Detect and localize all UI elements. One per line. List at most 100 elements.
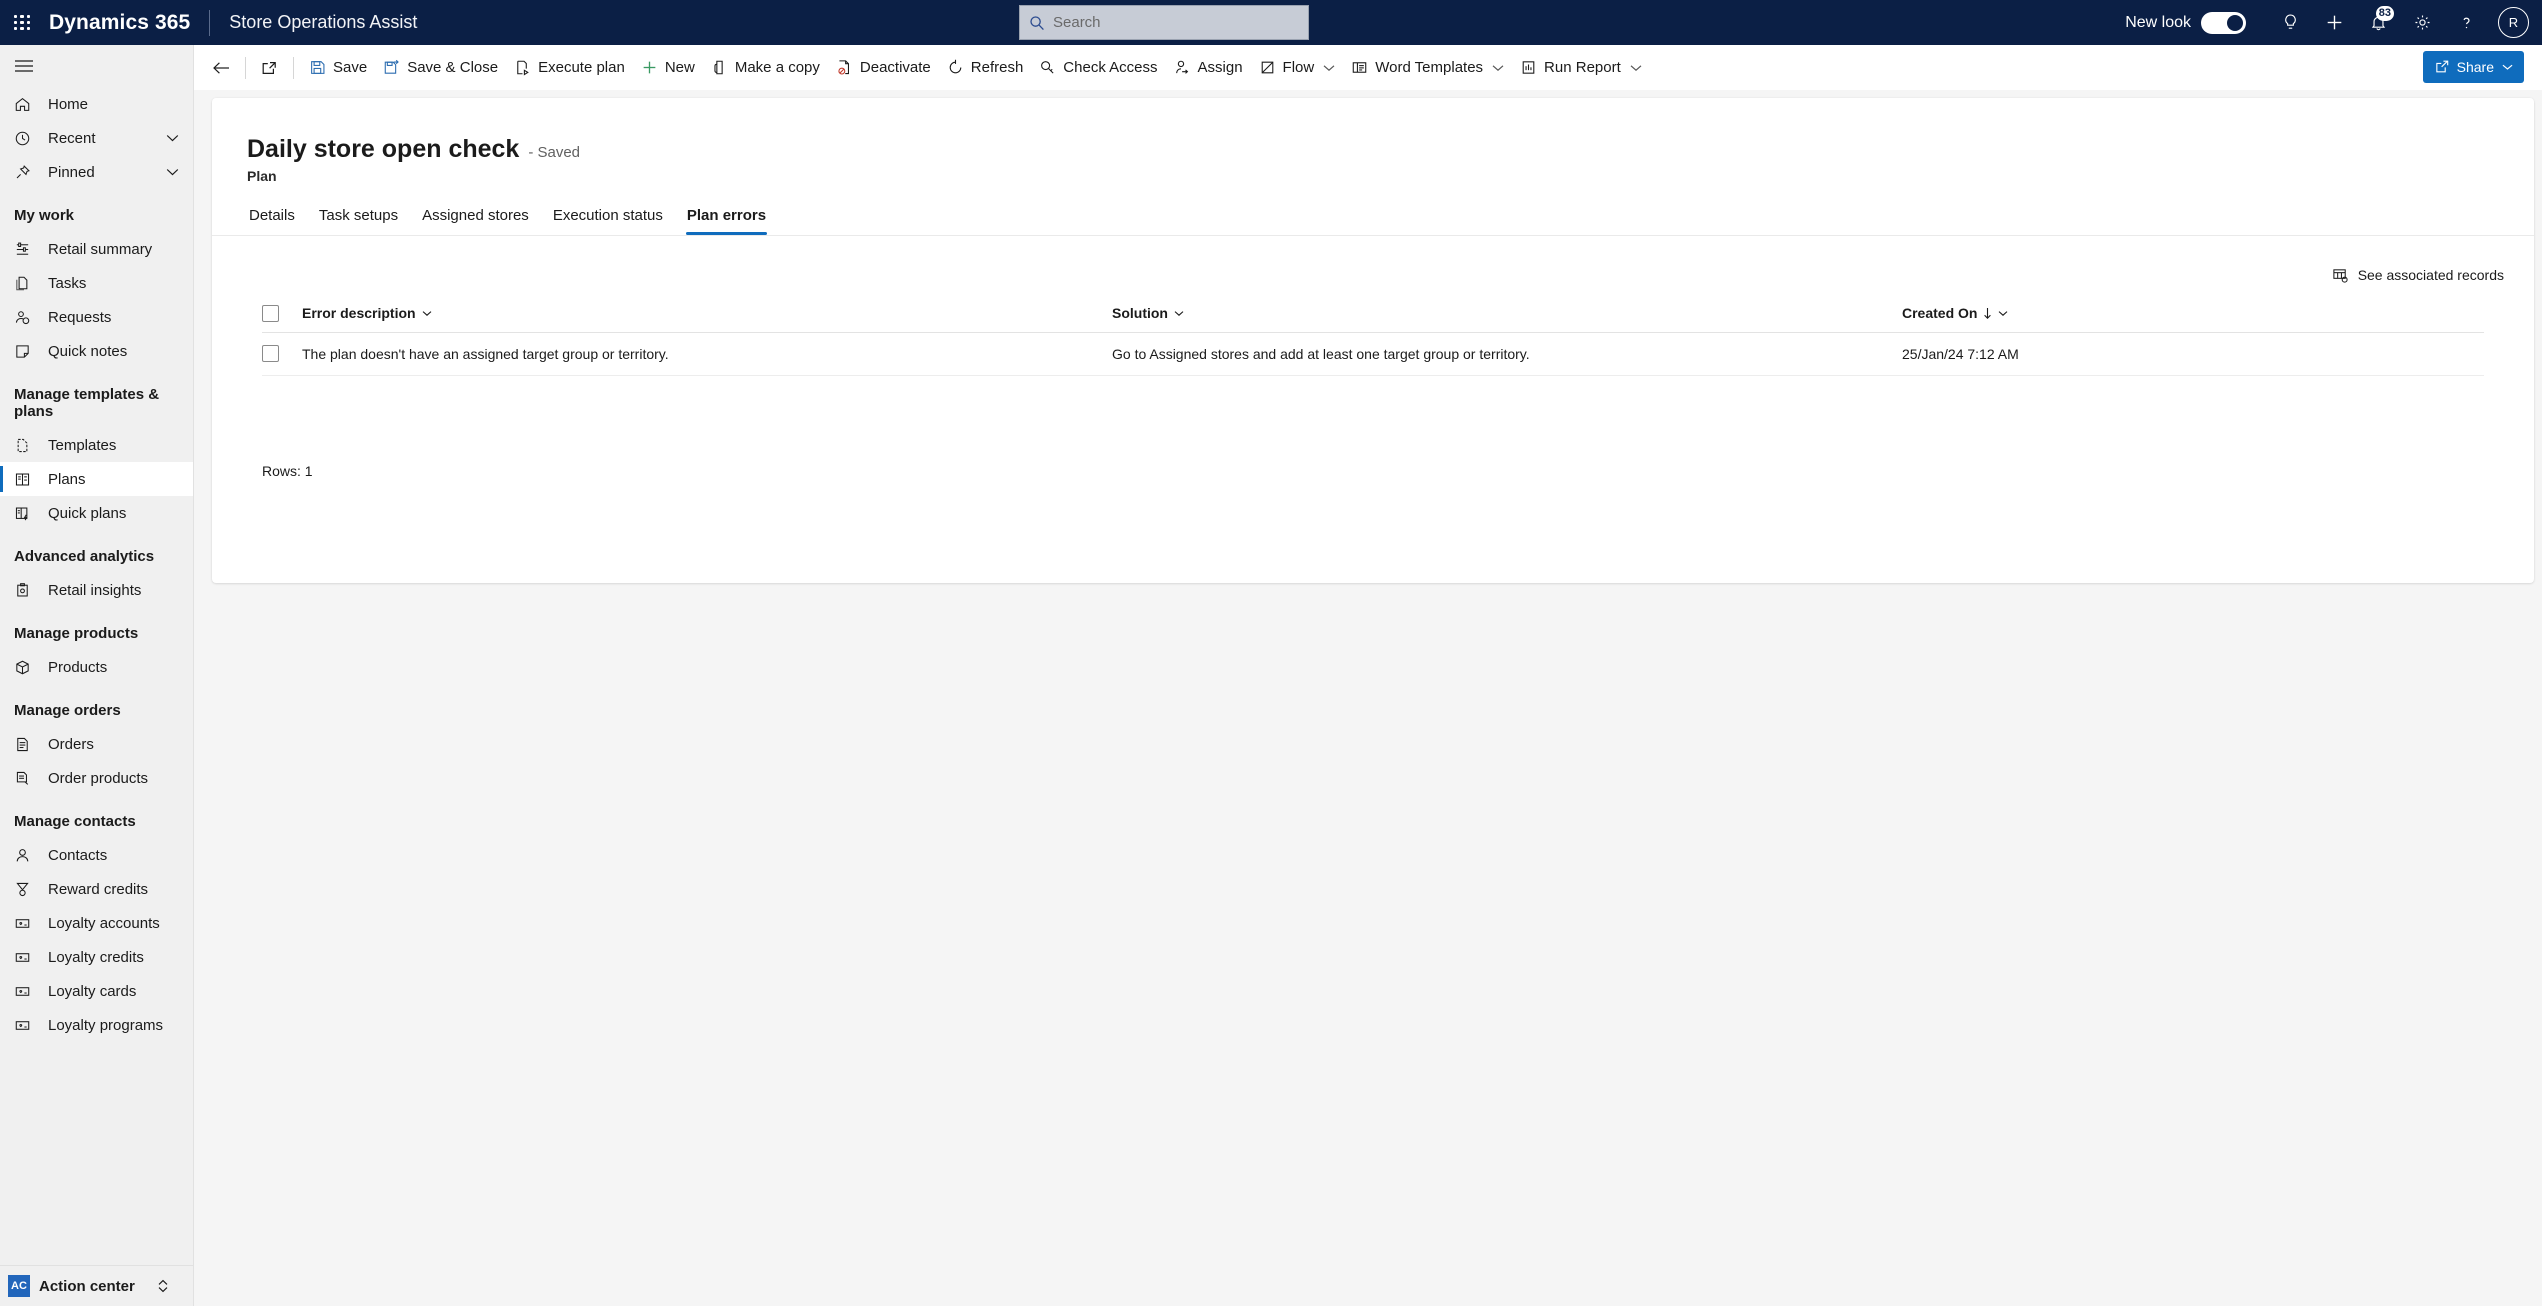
flow-button[interactable]: Flow bbox=[1251, 51, 1344, 84]
app-launcher-icon[interactable] bbox=[9, 10, 35, 36]
expand-collapse-icon[interactable] bbox=[157, 1278, 169, 1294]
notification-badge: 83 bbox=[2375, 6, 2394, 21]
new-look-label: New look bbox=[2125, 13, 2191, 31]
sidebar-item-loyalty-programs[interactable]: Loyalty programs bbox=[0, 1008, 193, 1042]
sidebar-item-recent[interactable]: Recent bbox=[0, 121, 193, 155]
share-button[interactable]: Share bbox=[2422, 51, 2524, 83]
sidebar-item-home[interactable]: Home bbox=[0, 87, 193, 121]
deactivate-button[interactable]: Deactivate bbox=[828, 51, 939, 84]
sidebar-item-quick-plans[interactable]: Quick plans bbox=[0, 496, 193, 530]
sidebar-group-title: Manage products bbox=[14, 625, 139, 642]
chevron-down-icon[interactable] bbox=[2502, 63, 2513, 71]
sidebar-item-contacts[interactable]: Contacts bbox=[0, 838, 193, 872]
sidebar-item-loyalty-credits[interactable]: Loyalty credits bbox=[0, 940, 193, 974]
chevron-down-icon[interactable] bbox=[1492, 64, 1504, 72]
tab-plan-errors[interactable]: Plan errors bbox=[675, 207, 778, 235]
chevron-down-icon[interactable] bbox=[1630, 64, 1642, 72]
save-and-close-button[interactable]: Save & Close bbox=[375, 51, 506, 84]
sidebar-item-orders[interactable]: Orders bbox=[0, 727, 193, 761]
brand-dynamics-365[interactable]: Dynamics 365 bbox=[49, 11, 190, 35]
sidebar-item-pinned[interactable]: Pinned bbox=[0, 155, 193, 189]
new-look-toggle[interactable] bbox=[2201, 11, 2246, 34]
flow-icon bbox=[1259, 59, 1276, 76]
retail-insights-icon bbox=[14, 582, 38, 599]
sidebar-item-label: Recent bbox=[48, 129, 96, 147]
add-icon[interactable] bbox=[2312, 0, 2356, 45]
app-name-label[interactable]: Store Operations Assist bbox=[229, 12, 417, 33]
sort-descending-icon[interactable] bbox=[1983, 307, 1992, 320]
word-templates-button[interactable]: Word Templates bbox=[1343, 51, 1512, 84]
reward-medal-icon bbox=[14, 881, 38, 898]
requests-icon bbox=[14, 309, 38, 326]
sidebar-item-requests[interactable]: Requests bbox=[0, 300, 193, 334]
run-report-button[interactable]: Run Report bbox=[1512, 51, 1650, 84]
chevron-down-icon[interactable] bbox=[1323, 64, 1335, 72]
tab-assigned-stores[interactable]: Assigned stores bbox=[410, 207, 541, 235]
action-center[interactable]: AC Action center bbox=[0, 1265, 193, 1306]
column-header-created-on[interactable]: Created On bbox=[1902, 295, 2484, 333]
hamburger-menu-icon[interactable] bbox=[0, 45, 193, 87]
run-report-label: Run Report bbox=[1544, 59, 1621, 76]
sidebar-item-loyalty-accounts[interactable]: Loyalty accounts bbox=[0, 906, 193, 940]
back-arrow-icon[interactable] bbox=[205, 51, 238, 84]
save-button[interactable]: Save bbox=[301, 51, 375, 84]
chevron-down-icon[interactable] bbox=[1174, 310, 1184, 317]
sidebar-group-title: My work bbox=[14, 207, 75, 224]
deactivate-label: Deactivate bbox=[859, 59, 931, 76]
rows-count-label: Rows: 1 bbox=[262, 463, 313, 479]
chevron-down-icon[interactable] bbox=[1998, 310, 2008, 317]
sidebar-group-title: Manage orders bbox=[14, 702, 121, 719]
refresh-button[interactable]: Refresh bbox=[939, 51, 1032, 84]
chevron-down-icon[interactable] bbox=[166, 134, 179, 143]
sidebar-item-reward-credits[interactable]: Reward credits bbox=[0, 872, 193, 906]
sidebar-item-order-products[interactable]: Order products bbox=[0, 761, 193, 795]
tab-execution-status[interactable]: Execution status bbox=[541, 207, 675, 235]
sidebar-item-label: Pinned bbox=[48, 163, 95, 181]
make-a-copy-button[interactable]: Make a copy bbox=[703, 51, 828, 84]
tab-details[interactable]: Details bbox=[237, 207, 307, 235]
select-all-checkbox[interactable] bbox=[262, 304, 279, 322]
sidebar-item-tasks[interactable]: Tasks bbox=[0, 266, 193, 300]
sidebar-item-retail-insights[interactable]: Retail insights bbox=[0, 573, 193, 607]
search-input[interactable] bbox=[1053, 14, 1283, 31]
column-header-solution[interactable]: Solution bbox=[1112, 295, 1902, 333]
table-row[interactable]: The plan doesn't have an assigned target… bbox=[262, 332, 2484, 376]
column-header-error-description[interactable]: Error description bbox=[302, 295, 1112, 333]
avatar[interactable]: R bbox=[2498, 7, 2529, 38]
help-icon[interactable] bbox=[2444, 0, 2488, 45]
check-access-button[interactable]: Check Access bbox=[1031, 51, 1165, 84]
see-associated-records-button[interactable]: See associated records bbox=[2325, 262, 2511, 289]
settings-gear-icon[interactable] bbox=[2400, 0, 2444, 45]
share-icon bbox=[2434, 59, 2450, 75]
table-header-row: Error description Solution Created On bbox=[262, 295, 2484, 333]
open-in-new-window-icon[interactable] bbox=[253, 51, 286, 84]
sidebar-item-loyalty-cards[interactable]: Loyalty cards bbox=[0, 974, 193, 1008]
sidebar-item-label: Templates bbox=[48, 436, 117, 454]
sidebar-item-label: Retail summary bbox=[48, 240, 153, 258]
sidebar-item-products[interactable]: Products bbox=[0, 650, 193, 684]
sidebar-item-retail-summary[interactable]: Retail summary bbox=[0, 232, 193, 266]
save-label: Save bbox=[333, 59, 368, 76]
lightbulb-icon[interactable] bbox=[2268, 0, 2312, 45]
sidebar-item-plans[interactable]: Plans bbox=[0, 462, 193, 496]
row-checkbox[interactable] bbox=[262, 345, 279, 362]
new-button[interactable]: New bbox=[633, 51, 703, 84]
quick-plans-icon bbox=[14, 505, 38, 522]
column-label: Created On bbox=[1902, 305, 1978, 322]
sidebar-item-label: Contacts bbox=[48, 846, 108, 864]
sidebar-item-templates[interactable]: Templates bbox=[0, 428, 193, 462]
assign-button[interactable]: Assign bbox=[1166, 51, 1251, 84]
sidebar-item-quick-notes[interactable]: Quick notes bbox=[0, 334, 193, 368]
tab-task-setups[interactable]: Task setups bbox=[307, 207, 410, 235]
global-search[interactable] bbox=[1019, 5, 1309, 40]
notifications-icon[interactable]: 83 bbox=[2356, 0, 2400, 45]
search-box[interactable] bbox=[1019, 5, 1309, 40]
chevron-down-icon[interactable] bbox=[422, 310, 432, 317]
chevron-down-icon[interactable] bbox=[166, 168, 179, 177]
run-report-icon bbox=[1520, 59, 1537, 76]
sidebar-item-label: Retail insights bbox=[48, 581, 142, 599]
loyalty-card-icon bbox=[14, 915, 38, 932]
execute-plan-button[interactable]: Execute plan bbox=[506, 51, 633, 84]
save-status-label: - Saved bbox=[528, 144, 581, 161]
sidebar-item-label: Order products bbox=[48, 769, 149, 787]
